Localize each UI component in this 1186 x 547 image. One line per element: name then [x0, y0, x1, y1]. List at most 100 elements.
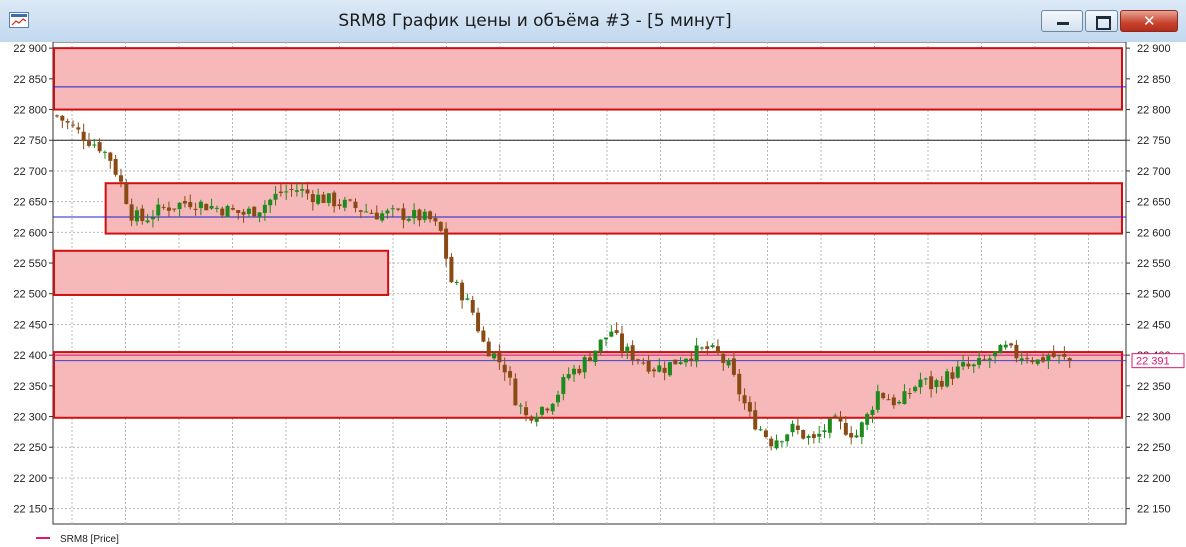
minimize-button[interactable]	[1041, 10, 1083, 32]
candle-body	[982, 359, 987, 361]
candle-body	[92, 144, 97, 146]
candle-body	[710, 345, 715, 347]
candle-body	[529, 416, 534, 421]
candle-body	[625, 346, 630, 353]
window-titlebar[interactable]: SRM8 График цены и объёма #3 - [5 минут]…	[0, 0, 1186, 42]
candle-body	[65, 121, 70, 123]
candle-body	[977, 358, 982, 365]
candle-body	[1019, 358, 1024, 361]
candle-body	[806, 436, 811, 438]
candle-body	[641, 362, 646, 364]
candle-body	[657, 365, 662, 372]
candle-body	[353, 201, 358, 209]
candle-body	[268, 199, 273, 206]
candle-body	[913, 386, 918, 392]
candle-body	[230, 207, 235, 210]
right-axis-tick-label: 22 450	[1137, 319, 1171, 331]
candle-body	[86, 141, 91, 146]
candle-body	[102, 151, 107, 153]
candle-body	[129, 204, 134, 221]
candle-body	[593, 350, 598, 363]
candle-body	[769, 438, 774, 447]
candle-body	[614, 330, 619, 333]
candle-body	[140, 208, 145, 221]
candle-body	[305, 189, 310, 194]
candle-body	[987, 358, 992, 360]
candle-body	[588, 357, 592, 361]
candle-body	[795, 425, 800, 430]
candle-body	[838, 416, 843, 422]
candle-body	[689, 358, 694, 361]
candle-body	[524, 407, 529, 416]
candle-body	[246, 208, 251, 214]
candle-body	[188, 202, 193, 208]
candle-body	[476, 312, 481, 332]
left-axis-tick-label: 22 900	[13, 43, 47, 55]
price-chart[interactable]: 22 150 22 150 22 200 22 200 22 250 22 250 22 3…	[0, 42, 1186, 547]
candle-body	[300, 189, 305, 191]
candle-body	[945, 371, 950, 387]
candle-body	[316, 194, 321, 204]
candle-body	[694, 345, 699, 362]
close-button[interactable]: ✕	[1120, 10, 1178, 32]
candle-body	[332, 192, 337, 207]
candle-body	[262, 204, 267, 214]
candle-body	[113, 158, 118, 175]
right-axis-tick-label: 22 300	[1137, 412, 1171, 424]
chart-area[interactable]: 22 150 22 150 22 200 22 200 22 250 22 250 22 3…	[0, 42, 1186, 547]
candle-body	[907, 393, 912, 395]
candle-body	[758, 429, 763, 431]
left-axis-tick-label: 22 300	[13, 412, 47, 424]
candle-body	[108, 152, 113, 161]
candle-body	[508, 371, 513, 378]
candle-body	[396, 208, 401, 210]
maximize-button[interactable]	[1085, 10, 1118, 32]
candle-body	[886, 399, 891, 401]
candle-body	[438, 221, 443, 231]
candle-body	[785, 434, 790, 442]
candle-body	[870, 409, 875, 415]
candle-body	[177, 202, 182, 210]
candle-body	[513, 378, 518, 406]
candle-body	[150, 217, 155, 220]
candle-body	[182, 201, 187, 204]
candle-body	[401, 208, 406, 221]
left-axis-tick-label: 22 400	[13, 350, 47, 362]
close-icon: ✕	[1143, 12, 1156, 30]
candle-body	[1009, 343, 1014, 346]
candle-body	[364, 211, 369, 213]
candle-body	[609, 331, 614, 337]
candle-body	[651, 369, 656, 372]
candle-body	[918, 379, 923, 388]
candle-body	[827, 418, 832, 433]
candle-body	[854, 435, 859, 438]
candle-body	[118, 175, 123, 182]
candle-body	[763, 430, 768, 438]
candle-body	[849, 433, 854, 438]
left-axis-tick-label: 22 800	[13, 105, 47, 117]
candle-body	[726, 360, 731, 366]
candle-body	[252, 206, 257, 217]
minimize-icon	[1057, 22, 1069, 25]
last-price-label: 22 391	[1136, 356, 1170, 368]
candle-body	[993, 351, 998, 357]
candle-body	[358, 210, 363, 212]
candle-body	[833, 415, 838, 417]
candle-body	[971, 364, 976, 367]
candle-body	[342, 199, 347, 208]
candle-body	[294, 190, 299, 192]
left-axis-tick-label: 22 550	[13, 258, 47, 270]
candle-body	[859, 422, 864, 438]
candle-body	[779, 441, 784, 443]
candle-body	[545, 408, 550, 411]
candle-body	[582, 357, 587, 373]
candle-body	[465, 298, 470, 300]
candle-body	[380, 213, 385, 221]
candle-body	[385, 210, 390, 214]
candle-body	[561, 377, 566, 394]
candle-body	[444, 228, 449, 259]
candle-body	[422, 211, 427, 220]
candle-body	[737, 373, 742, 395]
left-axis-tick-label: 22 850	[13, 74, 47, 86]
candle-body	[198, 201, 203, 209]
